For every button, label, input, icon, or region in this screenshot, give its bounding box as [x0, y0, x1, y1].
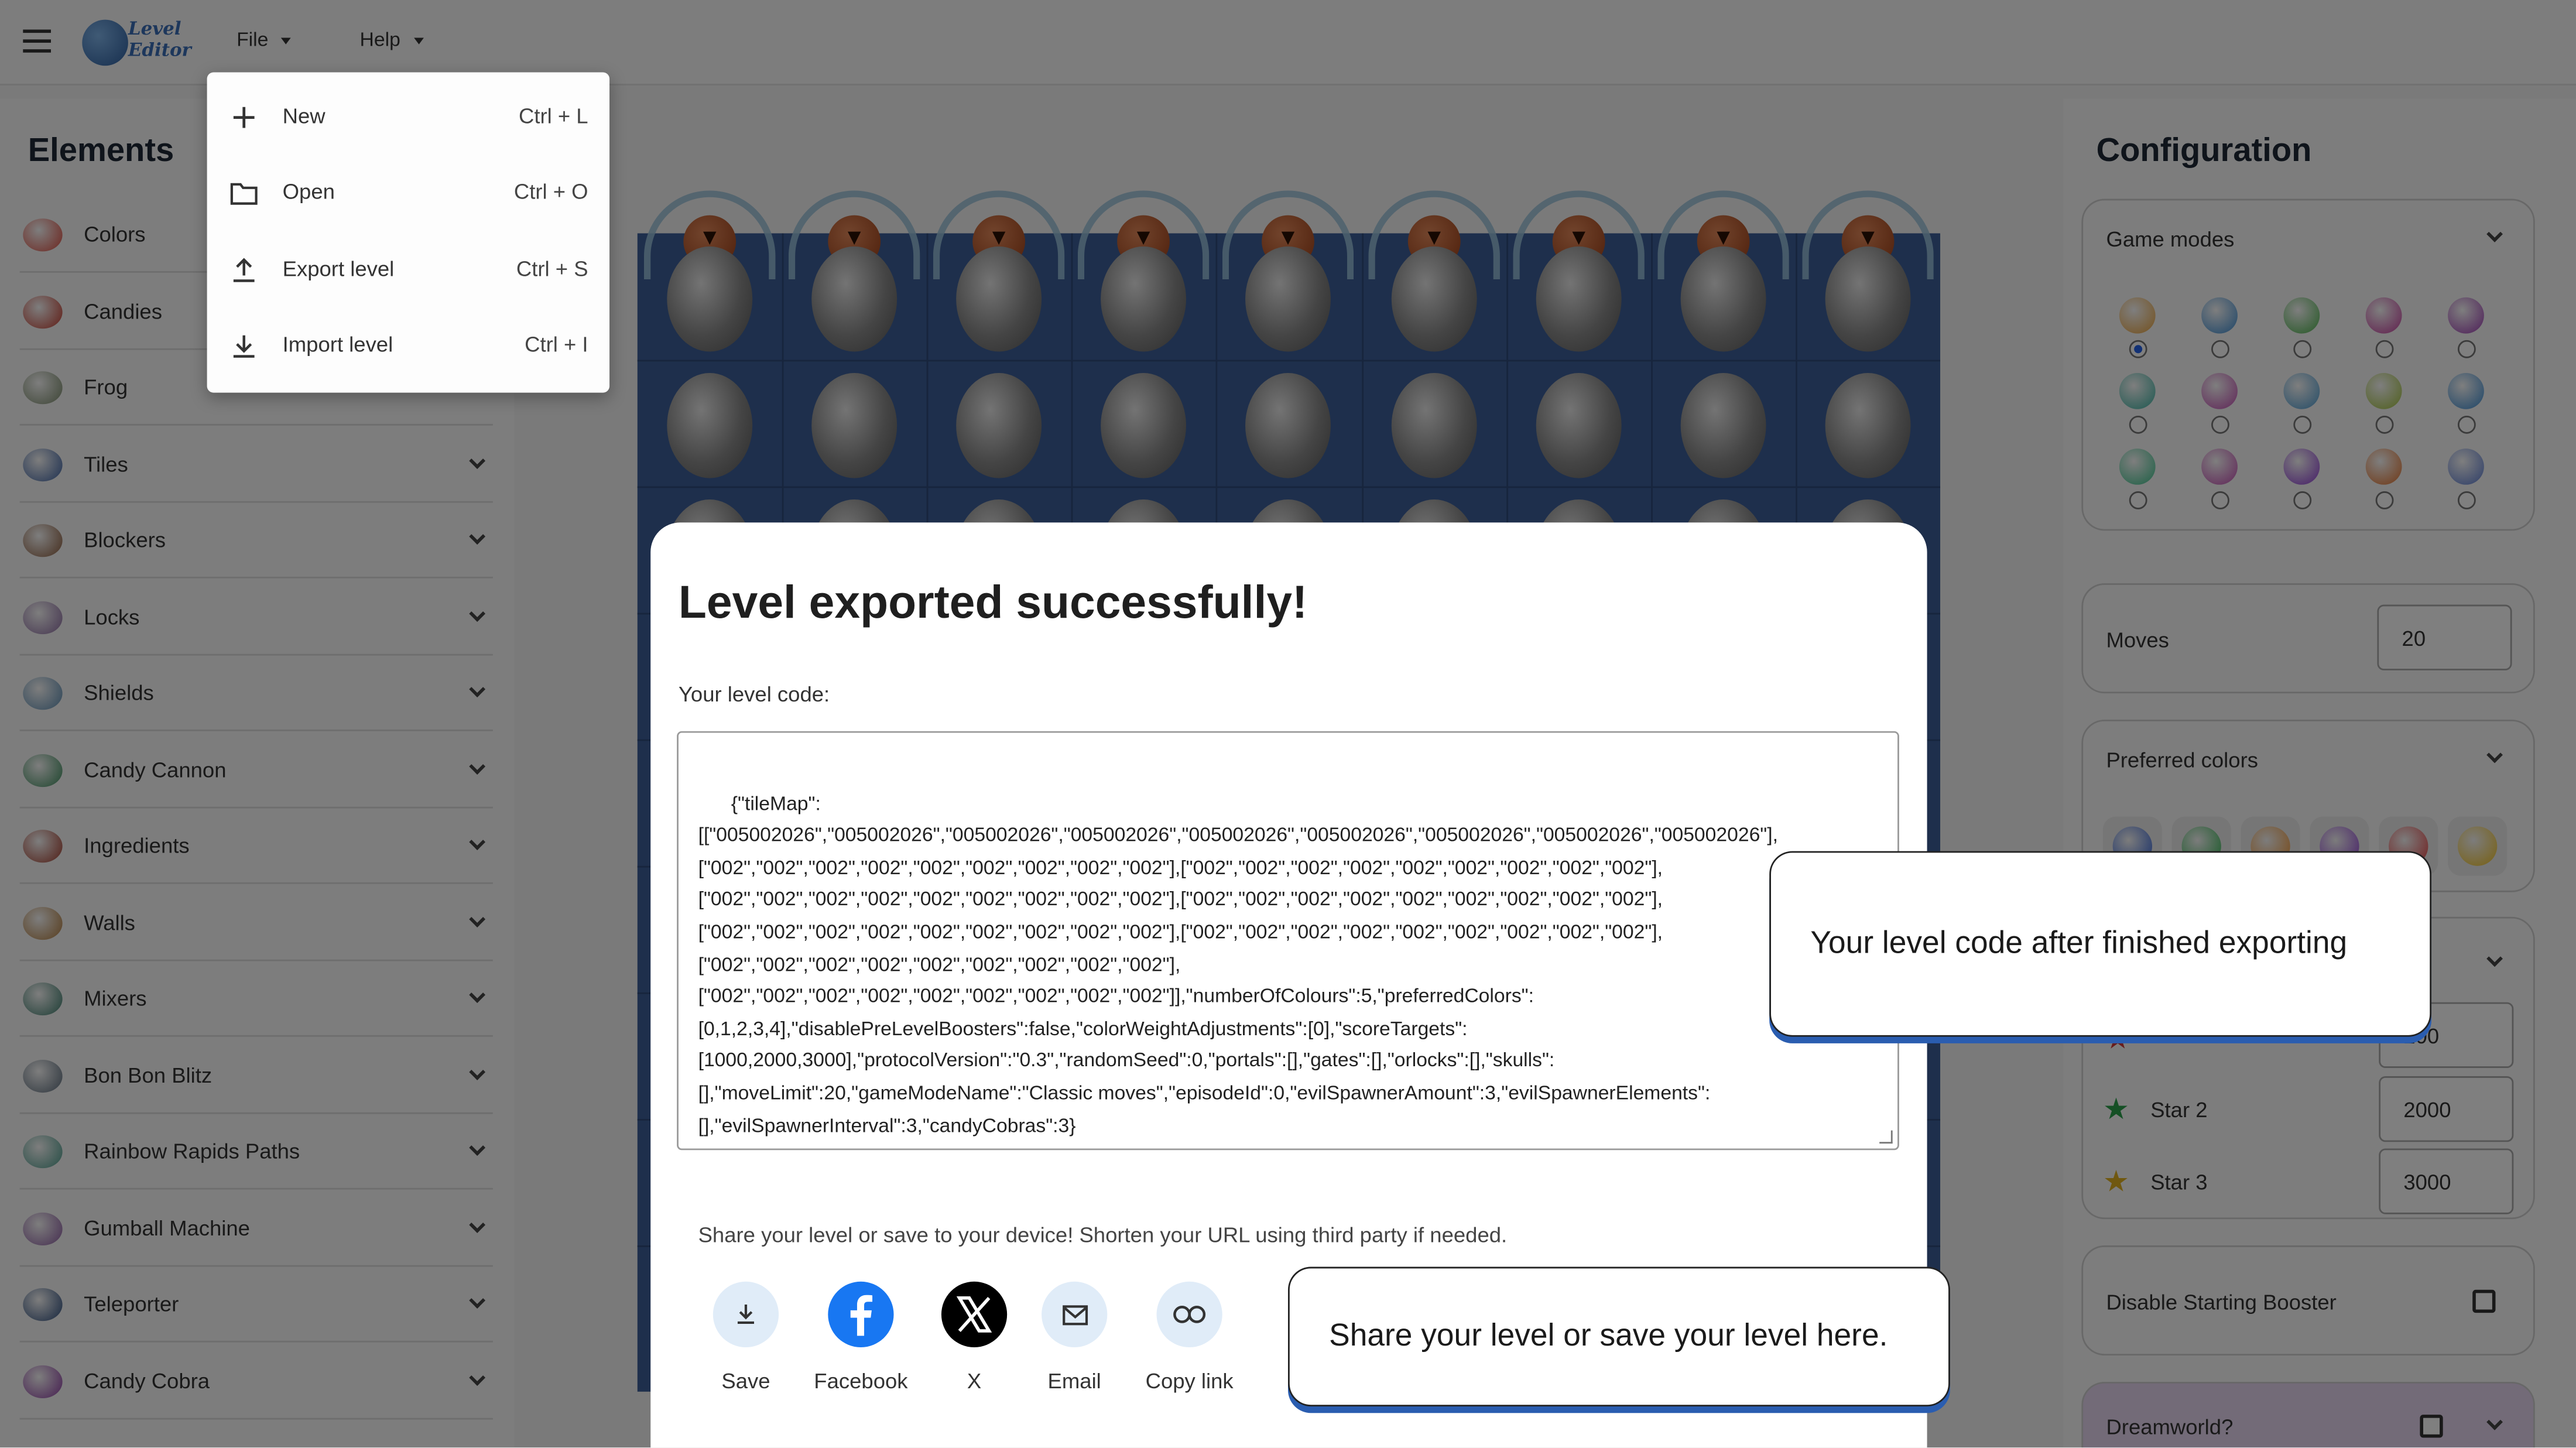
level-code-textarea[interactable]: {"tileMap": [["005002026","005002026","0… — [677, 731, 1899, 1151]
share-save-button[interactable]: Save — [697, 1281, 795, 1394]
file-menu-item-label: New — [282, 103, 326, 128]
share-facebook-button[interactable]: Facebook — [811, 1281, 910, 1394]
download-icon — [712, 1281, 779, 1348]
dialog-title: Level exported successfully! — [678, 576, 1308, 628]
upload-icon — [230, 256, 258, 284]
email-icon — [1042, 1281, 1108, 1348]
code-tip-callout: Your level code after finished exporting — [1769, 851, 2432, 1037]
share-button-label: Copy link — [1145, 1368, 1234, 1394]
file-menu-dropdown: New Ctrl + L Open Ctrl + O Export level Ctrl … — [207, 72, 610, 393]
share-email-button[interactable]: Email — [1025, 1281, 1123, 1394]
level-code-label: Your level code: — [678, 682, 830, 707]
share-button-label: X — [967, 1368, 982, 1394]
file-menu-shortcut: Ctrl + O — [513, 179, 588, 204]
level-code-text: {"tileMap": [["005002026","005002026","0… — [698, 791, 1778, 1137]
share-copy-link-button[interactable]: Copy link — [1140, 1281, 1238, 1394]
x-logo-icon — [941, 1281, 1008, 1348]
file-menu-item[interactable]: Import level Ctrl + I — [207, 307, 609, 382]
file-menu-item-label: Export level — [282, 255, 395, 280]
share-instructions: Share your level or save to your device!… — [698, 1222, 1508, 1247]
file-menu-item-label: Import level — [282, 331, 393, 357]
share-tip-callout: Share your level or save your level here… — [1287, 1266, 1950, 1407]
file-menu-shortcut: Ctrl + S — [516, 255, 588, 280]
share-x-button[interactable]: X — [925, 1281, 1023, 1394]
folder-icon — [230, 180, 258, 208]
resize-handle-icon[interactable] — [1879, 1130, 1893, 1144]
download-icon — [230, 332, 258, 360]
share-button-label: Email — [1047, 1368, 1101, 1394]
file-menu-item-label: Open — [282, 179, 335, 204]
file-menu-shortcut: Ctrl + L — [518, 103, 588, 128]
code-tip-text: Your level code after finished exporting — [1810, 926, 2348, 961]
file-menu-item[interactable]: Open Ctrl + O — [207, 155, 609, 231]
facebook-icon — [828, 1281, 894, 1348]
file-menu-shortcut: Ctrl + I — [525, 331, 588, 357]
link-icon — [1156, 1281, 1222, 1348]
share-button-label: Save — [721, 1368, 770, 1394]
file-menu-item[interactable]: Export level Ctrl + S — [207, 231, 609, 307]
share-tip-text: Share your level or save your level here… — [1329, 1318, 1888, 1353]
plus-icon — [230, 104, 258, 132]
file-menu-item[interactable]: New Ctrl + L — [207, 79, 609, 155]
share-button-label: Facebook — [814, 1368, 908, 1394]
